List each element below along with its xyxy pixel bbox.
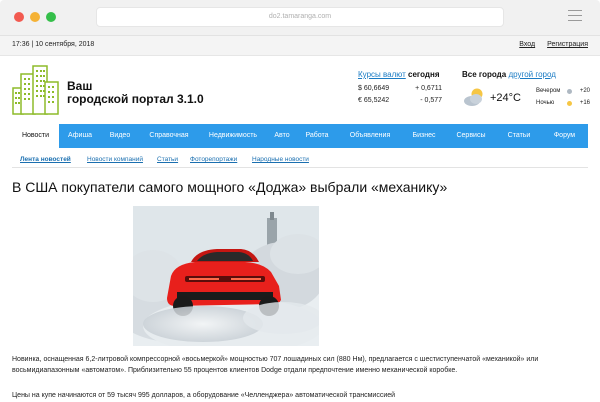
moon-icon bbox=[567, 101, 572, 106]
menu-icon[interactable] bbox=[568, 10, 582, 24]
register-link[interactable]: Регистрация bbox=[547, 41, 588, 48]
currency-change: - 0,577 bbox=[420, 97, 442, 104]
night-forecast: Ночью +16 bbox=[536, 100, 590, 106]
top-strip: 17:36 | 10 сентября, 2018 Вход Регистрац… bbox=[0, 36, 600, 56]
close-window-button[interactable] bbox=[14, 12, 24, 22]
nav-item-auto[interactable]: Авто bbox=[267, 124, 297, 148]
subnav-item-photo-reports[interactable]: Фоторепортажи bbox=[190, 156, 237, 163]
browser-chrome: do2.tamaranga.com bbox=[0, 0, 600, 36]
auth-links: Вход Регистрация bbox=[509, 41, 588, 48]
currency-row-usd: $ 60,6649 + 0,6711 bbox=[358, 85, 442, 97]
nav-item-business[interactable]: Бизнес bbox=[403, 124, 445, 148]
article-image[interactable] bbox=[133, 206, 319, 346]
article-title: В США покупатели самого мощного «Доджа» … bbox=[12, 179, 448, 195]
cloud-icon bbox=[567, 89, 572, 94]
nav-item-video[interactable]: Видео bbox=[101, 124, 139, 148]
current-datetime: 17:36 | 10 сентября, 2018 bbox=[12, 41, 95, 48]
city-buildings-logo-icon[interactable] bbox=[12, 64, 60, 116]
subnav-item-people-news[interactable]: Народные новости bbox=[252, 156, 309, 163]
currency-value: € 65,5242 bbox=[358, 97, 390, 104]
currency-today-label: сегодня bbox=[408, 70, 440, 79]
night-label: Ночью bbox=[536, 100, 555, 106]
nav-item-realty[interactable]: Недвижимость bbox=[199, 124, 267, 148]
currency-row-eur: € 65,5242 - 0,577 bbox=[358, 97, 442, 109]
subnav-item-news-feed[interactable]: Лента новостей bbox=[20, 156, 71, 163]
currency-change: + 0,6711 bbox=[415, 85, 442, 92]
currency-value: $ 60,6649 bbox=[358, 85, 390, 92]
nav-item-news[interactable]: Новости bbox=[12, 124, 59, 148]
nav-item-jobs[interactable]: Работа bbox=[297, 124, 337, 148]
article-paragraph: Новинка, оснащенная 6,2-литровой компрес… bbox=[12, 356, 539, 374]
main-navigation: Новости Афиша Видео Справочная Недвижимо… bbox=[12, 124, 588, 148]
nav-item-directory[interactable]: Справочная bbox=[139, 124, 199, 148]
news-subnav: Лента новостей Новости компаний Статьи Ф… bbox=[12, 148, 588, 168]
site-name-line2: городской портал 3.1.0 bbox=[67, 92, 204, 106]
weather-widget: Все города другой город +24°C Вечером +2… bbox=[462, 70, 590, 106]
evening-label: Вечером bbox=[536, 88, 561, 94]
currency-rates-link[interactable]: Курсы валют bbox=[358, 70, 406, 79]
evening-temp: +20 bbox=[579, 88, 590, 94]
minimize-window-button[interactable] bbox=[30, 12, 40, 22]
nav-item-services[interactable]: Сервисы bbox=[445, 124, 497, 148]
nav-item-forum[interactable]: Форум bbox=[541, 124, 588, 148]
other-city-link[interactable]: другой город bbox=[508, 70, 556, 79]
currency-widget: Курсы валют сегодня $ 60,6649 + 0,6711 €… bbox=[358, 70, 442, 109]
login-link[interactable]: Вход bbox=[519, 41, 535, 48]
address-bar[interactable]: do2.tamaranga.com bbox=[96, 7, 504, 27]
nav-item-ads[interactable]: Объявления bbox=[337, 124, 403, 148]
current-temperature: +24°C bbox=[490, 92, 522, 104]
subnav-item-articles[interactable]: Статьи bbox=[157, 156, 178, 163]
site-name[interactable]: Ваш городской портал 3.1.0 bbox=[67, 80, 204, 106]
partly-cloudy-icon bbox=[464, 88, 483, 106]
article-paragraph: Цены на купе начинаются от 59 тысяч 995 … bbox=[12, 392, 396, 399]
nav-item-articles[interactable]: Статьи bbox=[497, 124, 541, 148]
all-cities-label: Все города bbox=[462, 70, 507, 79]
maximize-window-button[interactable] bbox=[46, 12, 56, 22]
evening-forecast: Вечером +20 bbox=[536, 88, 590, 94]
night-temp: +16 bbox=[579, 100, 590, 106]
browser-window: do2.tamaranga.com 17:36 | 10 сентября, 2… bbox=[0, 0, 600, 402]
nav-item-afisha[interactable]: Афиша bbox=[59, 124, 101, 148]
subnav-item-company-news[interactable]: Новости компаний bbox=[87, 156, 143, 163]
